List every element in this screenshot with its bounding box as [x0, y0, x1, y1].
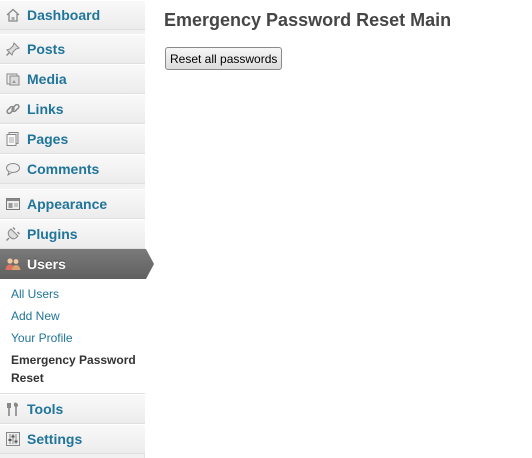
- submenu-all-users[interactable]: All Users: [11, 287, 59, 301]
- submenu-add-new[interactable]: Add New: [11, 309, 60, 323]
- menu-label-settings: Settings: [27, 431, 83, 447]
- menu-item-pages[interactable]: Pages: [0, 124, 145, 154]
- menu-label-links: Links: [27, 101, 64, 117]
- admin-sidebar: Dashboard Posts Media Links Pages Commen…: [0, 0, 154, 458]
- users-icon: [5, 256, 21, 272]
- pushpin-icon: [5, 41, 21, 57]
- menu-item-tools[interactable]: Tools: [0, 394, 145, 424]
- submenu-your-profile[interactable]: Your Profile: [11, 331, 73, 345]
- media-icon: [5, 71, 21, 87]
- menu-label-plugins: Plugins: [27, 226, 78, 242]
- page-title: Emergency Password Reset Main: [164, 10, 452, 30]
- menu-label-tools: Tools: [27, 401, 64, 417]
- tools-icon: [5, 401, 21, 417]
- menu-label-users: Users: [27, 256, 66, 272]
- house-icon: [5, 7, 21, 23]
- menu-item-appearance[interactable]: Appearance: [0, 189, 145, 219]
- sliders-icon: [5, 431, 21, 447]
- menu-item-plugins[interactable]: Plugins: [0, 219, 145, 249]
- users-submenu: All Users Add New Your Profile Emergency…: [0, 279, 145, 394]
- speech-bubble-icon: [5, 161, 21, 177]
- menu-item-links[interactable]: Links: [0, 94, 145, 124]
- menu-label-posts: Posts: [27, 41, 66, 57]
- menu-item-posts[interactable]: Posts: [0, 34, 145, 64]
- menu-item-comments[interactable]: Comments: [0, 154, 145, 184]
- chain-link-icon: [5, 101, 21, 117]
- menu-item-settings[interactable]: Settings: [0, 424, 145, 454]
- menu-label-comments: Comments: [27, 161, 100, 177]
- reset-all-passwords-button[interactable]: Reset all passwords: [165, 47, 283, 70]
- menu-item-users[interactable]: Users: [0, 249, 154, 279]
- appearance-icon: [5, 196, 21, 212]
- plug-icon: [5, 226, 21, 242]
- menu-item-dashboard[interactable]: Dashboard: [0, 0, 145, 30]
- pages-icon: [5, 131, 21, 147]
- menu-label-pages: Pages: [27, 131, 69, 147]
- menu-label-dashboard: Dashboard: [27, 7, 101, 23]
- menu-label-media: Media: [27, 71, 67, 87]
- submenu-emergency-password-reset[interactable]: Emergency Password Reset: [11, 351, 141, 387]
- menu-label-appearance: Appearance: [27, 196, 108, 212]
- menu-item-media[interactable]: Media: [0, 64, 145, 94]
